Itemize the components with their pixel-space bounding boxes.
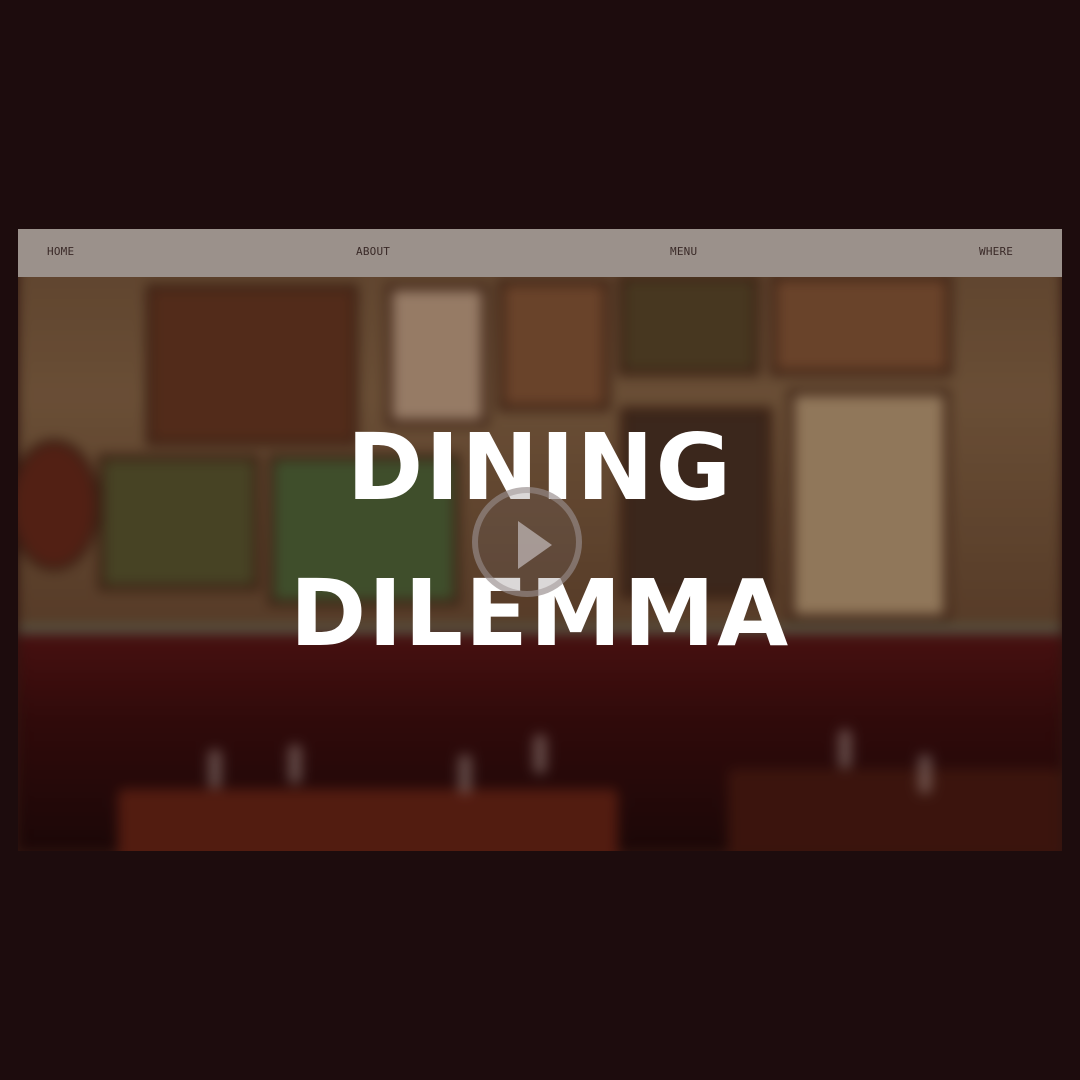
top-navigation-bar: HOME ABOUT MENU WHERE [18,229,1062,277]
nav-item-about[interactable]: ABOUT [356,229,390,277]
nav-item-where[interactable]: WHERE [979,229,1013,277]
play-icon [518,521,552,569]
nav-item-menu[interactable]: MENU [670,229,697,277]
nav-item-home[interactable]: HOME [47,229,74,277]
play-button[interactable] [472,487,582,597]
